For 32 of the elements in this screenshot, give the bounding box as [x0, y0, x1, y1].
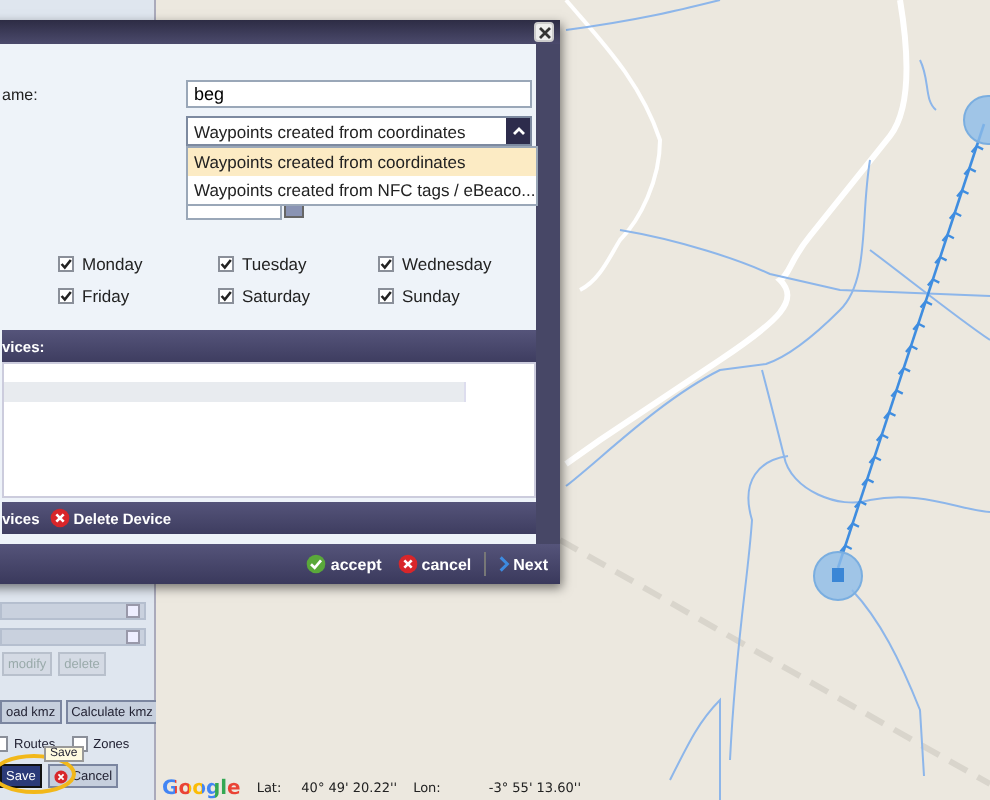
field-label: ame: — [2, 85, 40, 103]
checkbox[interactable] — [378, 288, 394, 304]
name-input-field[interactable]: beg — [186, 80, 532, 108]
dropdown-value: Waypoints created from coordinates — [194, 121, 466, 141]
day-label: Sunday — [402, 286, 460, 306]
day-label: Friday — [82, 286, 130, 306]
waypoint-marker-icon[interactable] — [813, 551, 863, 601]
close-icon — [537, 25, 551, 39]
dropdown-button[interactable] — [506, 118, 530, 144]
check-icon — [306, 554, 327, 574]
dropdown-option[interactable]: Waypoints created from coordinates — [188, 148, 536, 176]
checkbox[interactable] — [378, 256, 394, 272]
close-icon — [49, 508, 70, 528]
checkbox[interactable] — [58, 256, 74, 272]
day-label: Tuesday — [242, 254, 307, 274]
chevron-right-icon — [497, 554, 510, 574]
checkbox[interactable] — [58, 288, 74, 304]
next-button[interactable]: Next — [493, 554, 552, 574]
accept-button[interactable]: accept — [302, 554, 386, 574]
close-icon — [397, 554, 418, 574]
close-button[interactable] — [534, 22, 554, 42]
checkbox[interactable] — [218, 288, 234, 304]
checkbox[interactable] — [218, 256, 234, 272]
dropdown-option[interactable]: Waypoints created from NFC tags / eBeaco... — [188, 176, 536, 204]
day-label: Monday — [82, 254, 143, 274]
close-icon — [53, 769, 68, 783]
day-label: Saturday — [242, 286, 311, 306]
google-logo: Google — [162, 777, 241, 799]
type-dropdown[interactable]: Waypoints created from coordinates — [186, 116, 532, 146]
day-label: Wednesday — [402, 254, 492, 274]
cancel-button[interactable]: cancel — [393, 554, 476, 574]
waypoint-marker-icon[interactable] — [963, 95, 990, 145]
